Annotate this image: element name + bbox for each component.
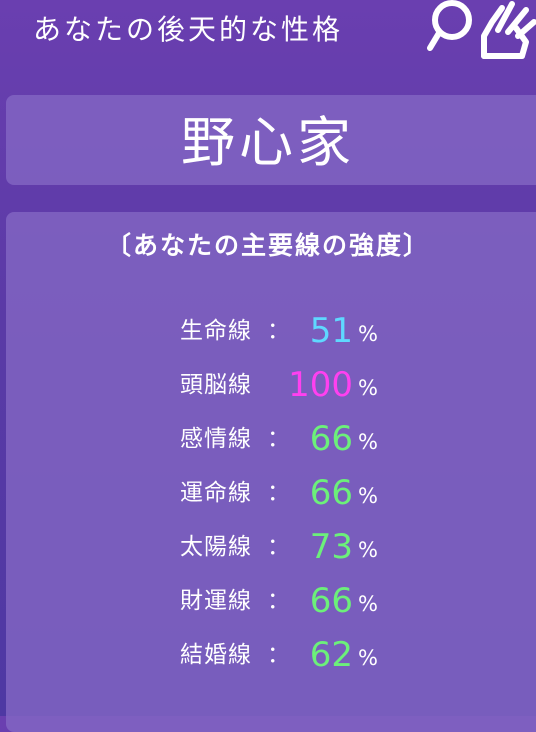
line-colon: ： bbox=[267, 318, 290, 344]
line-label: 頭脳線 bbox=[180, 372, 252, 398]
line-label: 感情線 bbox=[180, 426, 252, 452]
line-label: 財運線 bbox=[180, 588, 252, 614]
personality-result: 野心家 bbox=[181, 111, 355, 174]
line-row-life: 生命線 ： 51 % bbox=[0, 309, 536, 353]
palm-lines-heading: 〔あなたの主要線の強度〕 bbox=[105, 231, 430, 260]
line-label: 結婚線 bbox=[180, 642, 252, 668]
header-bar: あなたの後天的な性格 bbox=[0, 0, 536, 90]
percent-sign: % bbox=[358, 538, 378, 562]
line-colon: ： bbox=[267, 642, 290, 668]
line-label: 運命線 bbox=[180, 480, 252, 506]
line-colon: ： bbox=[267, 588, 290, 614]
line-value: 100 bbox=[288, 365, 353, 405]
line-row-sun: 太陽線 ： 73 % bbox=[0, 525, 536, 569]
line-value: 73 bbox=[309, 527, 353, 567]
page-title: あなたの後天的な性格 bbox=[33, 13, 344, 46]
line-colon: ： bbox=[267, 480, 290, 506]
percent-sign: % bbox=[358, 322, 378, 346]
percent-sign: % bbox=[358, 430, 378, 454]
line-label: 生命線 bbox=[180, 318, 252, 344]
line-row-head: 頭脳線 100 % bbox=[0, 363, 536, 407]
percent-sign: % bbox=[358, 592, 378, 616]
line-value: 66 bbox=[309, 581, 353, 621]
line-row-fate: 運命線 ： 66 % bbox=[0, 471, 536, 515]
line-colon: ： bbox=[267, 426, 290, 452]
line-value: 66 bbox=[309, 419, 353, 459]
percent-sign: % bbox=[358, 484, 378, 508]
line-label: 太陽線 bbox=[180, 534, 252, 560]
line-row-money: 財運線 ： 66 % bbox=[0, 579, 536, 623]
percent-sign: % bbox=[358, 646, 378, 670]
line-row-heart: 感情線 ： 66 % bbox=[0, 417, 536, 461]
line-colon: ： bbox=[267, 534, 290, 560]
line-row-marriage: 結婚線 ： 62 % bbox=[0, 633, 536, 677]
line-value: 66 bbox=[309, 473, 353, 513]
percent-sign: % bbox=[358, 376, 378, 400]
line-value: 62 bbox=[309, 635, 353, 675]
magnifier-hand-icon bbox=[427, 0, 536, 59]
line-value: 51 bbox=[309, 311, 353, 351]
